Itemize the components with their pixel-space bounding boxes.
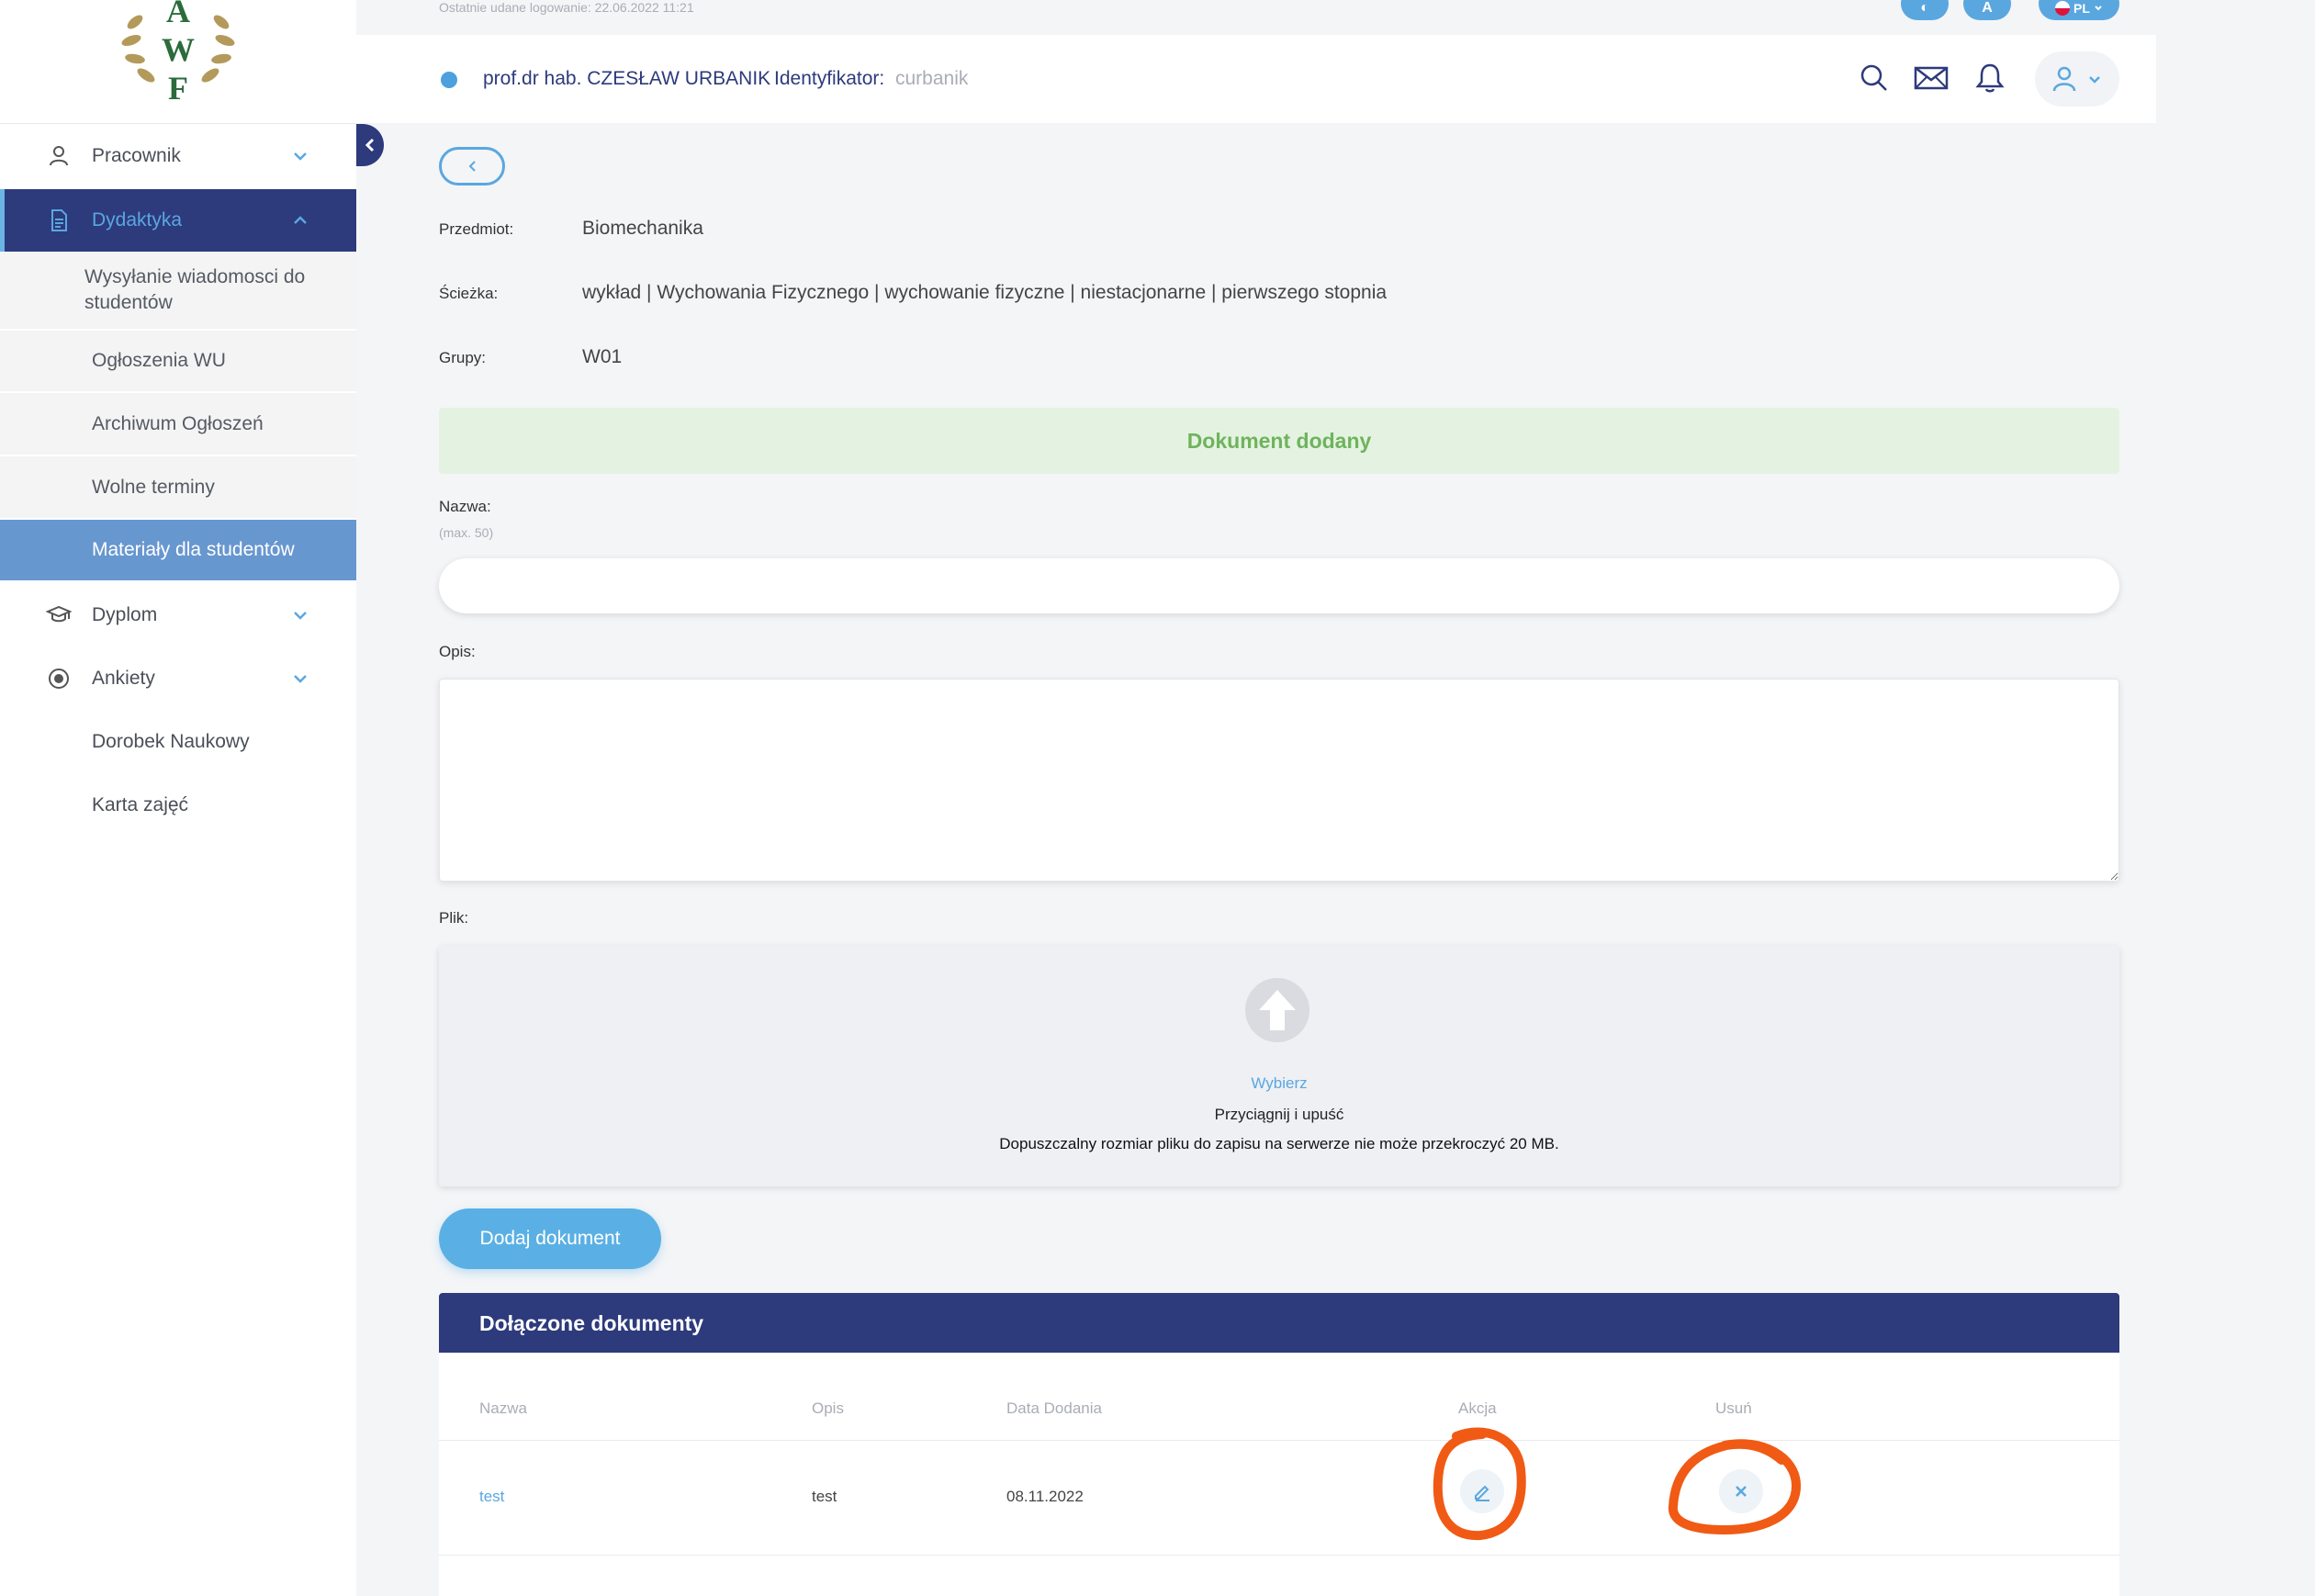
chevron-up-icon [294,216,307,224]
sidebar: A W F Pracownik Dydaktyka Wysyłanie wiad… [0,0,356,1596]
subitem-label: Materiały dla studentów [92,539,295,560]
document-name-link[interactable]: test [479,1488,504,1506]
contrast-icon: ◐ [1920,0,1929,16]
upload-icon [1245,978,1309,1042]
last-login-info: Ostatnie udane logowanie: 22.06.2022 11:… [439,0,694,15]
subitem-label: Wysyłanie wiadomosci do studentów [84,266,306,313]
file-size-limit-text: Dopuszczalny rozmiar pliku do zapisu na … [999,1135,1559,1152]
subitem-label: Wolne terminy [92,476,215,498]
document-description: test [812,1488,837,1505]
user-icon [2052,66,2076,92]
user-id-label: Identyfikator: [774,68,885,89]
attached-documents-panel: Dołączone dokumenty Nazwa Opis Data Doda… [439,1293,2119,1596]
document-date: 08.11.2022 [1006,1488,1084,1505]
groups-value: W01 [582,346,623,367]
graduation-cap-icon [46,605,72,623]
description-field-label: Opis: [439,643,476,660]
sidebar-collapse-button[interactable] [356,124,384,166]
groups-label: Grupy: [439,349,487,366]
choose-file-link[interactable]: Wybierz [439,1074,2119,1093]
sidebar-item-label: Dorobek Naukowy [92,731,250,752]
font-size-label: A [1982,0,1993,16]
subitem-label: Archiwum Ogłoszeń [92,412,264,434]
sidebar-item-label: Ankiety [92,668,155,689]
delete-document-button[interactable] [1719,1469,1763,1513]
contrast-toggle[interactable]: ◐ [1901,0,1949,20]
awf-logo[interactable]: A W F [0,0,356,124]
user-menu-button[interactable] [2035,51,2119,107]
font-size-toggle[interactable]: A [1963,0,2011,20]
success-alert-text: Dokument dodany [1186,428,1372,453]
chevron-down-icon [294,612,307,620]
subitem-materialy-dla-studentow[interactable]: Materiały dla studentów [0,520,356,582]
column-header-delete: Usuń [1715,1399,1752,1417]
sidebar-item-label: Dydaktyka [92,209,183,230]
subitem-archiwum-ogloszen[interactable]: Archiwum Ogłoszeń [0,393,356,456]
search-icon[interactable] [1859,62,1890,94]
sidebar-item-karta-zajec[interactable]: Karta zajęć [0,774,356,837]
name-field-label: Nazwa: [439,498,491,515]
sidebar-item-ankiety[interactable]: Ankiety [0,647,356,710]
column-header-description: Opis [812,1399,844,1417]
edit-document-button[interactable] [1460,1469,1504,1513]
description-textarea[interactable] [439,679,2119,882]
sidebar-item-dydaktyka[interactable]: Dydaktyka [0,189,356,252]
attached-documents-title: Dołączone dokumenty [479,1311,704,1335]
column-header-name: Nazwa [479,1399,527,1417]
table-header-divider [439,1440,2119,1441]
user-id-value: curbanik [895,68,969,89]
subitem-wysylanie-wiadomosci[interactable]: Wysyłanie wiadomosci do studentów [0,252,356,331]
sidebar-item-label: Dyplom [92,604,158,625]
user-icon [50,146,68,166]
chevron-left-icon [365,138,375,152]
radio-target-icon [49,669,69,689]
path-value: wykład | Wychowania Fizycznego | wychowa… [582,282,1388,303]
status-dot [441,72,457,88]
sidebar-item-pracownik[interactable]: Pracownik [0,125,356,187]
back-button[interactable] [439,147,505,185]
bell-icon[interactable] [1974,62,2006,94]
svg-text:A: A [166,0,190,29]
sidebar-item-label: Pracownik [92,145,181,166]
table-row-divider [439,1555,2119,1556]
sidebar-item-label: Karta zajęć [92,794,189,815]
subitem-label: Ogłoszenia WU [92,350,226,371]
chevron-left-icon [468,161,476,172]
drag-and-drop-hint: Przyciągnij i upuść [1214,1106,1344,1123]
mail-icon[interactable] [1914,62,1949,94]
language-label: PL [2073,1,2090,16]
subitem-ogloszenia-wu[interactable]: Ogłoszenia WU [0,331,356,393]
poland-flag-icon [2055,1,2071,16]
chevron-down-icon [294,152,307,161]
success-alert: Dokument dodany [439,408,2119,474]
document-icon [51,209,67,231]
file-field-label: Plik: [439,909,469,927]
path-label: Ścieżka: [439,285,499,302]
column-header-date: Data Dodania [1006,1399,1102,1417]
name-field-hint: (max. 50) [439,525,494,540]
chevron-down-icon [2089,76,2100,84]
language-select[interactable]: PL [2039,0,2119,20]
name-input[interactable] [439,558,2119,613]
pencil-icon [1475,1485,1489,1501]
file-dropzone[interactable]: Wybierz Przyciągnij i upuść Dopuszczalny… [439,946,2119,1186]
subitem-wolne-terminy[interactable]: Wolne terminy [0,456,356,520]
chevron-down-icon [294,675,307,683]
sidebar-item-dyplom[interactable]: Dyplom [0,584,356,646]
subject-value: Biomechanika [582,218,703,239]
sidebar-item-dorobek-naukowy[interactable]: Dorobek Naukowy [0,711,356,773]
user-name: prof.dr hab. CZESŁAW URBANIK [483,68,771,89]
add-document-button[interactable]: Dodaj dokument [439,1208,661,1269]
svg-text:F: F [168,70,188,107]
svg-text:W: W [162,31,195,68]
chevron-down-icon [2095,6,2102,11]
close-icon [1736,1486,1747,1497]
subject-label: Przedmiot: [439,220,514,238]
column-header-action: Akcja [1458,1399,1497,1417]
awf-logo-image: A W F [121,0,235,107]
attached-documents-header: Dołączone dokumenty [439,1293,2119,1353]
